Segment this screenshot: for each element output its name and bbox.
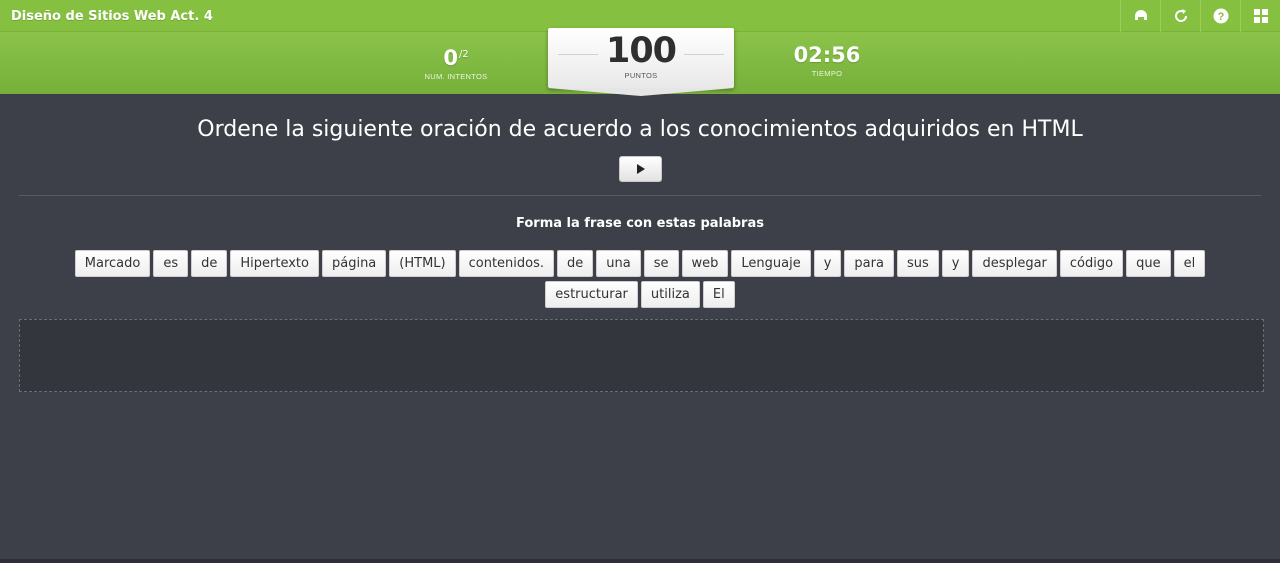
bottom-edge <box>0 559 1280 563</box>
attempts-total: /2 <box>458 49 469 60</box>
word-chip[interactable]: utiliza <box>640 281 700 308</box>
word-chip[interactable]: estructurar <box>545 281 638 308</box>
word-chip[interactable]: desplegar <box>972 250 1057 277</box>
points-divider-left <box>558 54 598 55</box>
word-chip[interactable]: y <box>941 250 970 277</box>
attempts-label: NUM. INTENTOS <box>424 72 488 81</box>
word-chip[interactable]: el <box>1173 250 1206 277</box>
word-chip[interactable]: código <box>1059 250 1124 277</box>
attempts-value: 0 <box>443 46 458 70</box>
play-button[interactable] <box>619 156 662 182</box>
word-chip[interactable]: para <box>844 250 894 277</box>
word-chip[interactable]: Lenguaje <box>731 250 811 277</box>
word-chip[interactable]: Hipertexto <box>230 250 319 277</box>
divider <box>19 195 1261 196</box>
word-chip[interactable]: una <box>596 250 641 277</box>
points-divider-right <box>684 54 724 55</box>
svg-text:?: ? <box>1217 11 1224 23</box>
time-stat: 02:56 TIEMPO <box>787 42 867 78</box>
word-chip[interactable]: se <box>643 250 679 277</box>
word-chip[interactable]: contenidos. <box>458 250 555 277</box>
toolbar: ? <box>1120 0 1280 32</box>
word-chip[interactable]: de <box>557 250 594 277</box>
time-label: TIEMPO <box>811 69 843 78</box>
points-card: 100 PUNTOS <box>548 28 734 96</box>
instruction-text: Ordene la siguiente oración de acuerdo a… <box>197 117 1083 142</box>
grid-icon <box>1253 9 1268 23</box>
help-icon: ? <box>1213 8 1228 24</box>
time-value: 02:56 <box>793 43 861 67</box>
word-chip[interactable]: Marcado <box>74 250 151 277</box>
word-chip[interactable]: web <box>681 250 729 277</box>
word-bank: Marcado es de Hipertexto página (HTML) conteni… <box>40 250 1240 308</box>
word-chip[interactable]: de <box>191 250 228 277</box>
word-chip[interactable]: página <box>321 250 387 277</box>
word-chip[interactable]: es <box>153 250 189 277</box>
word-chip[interactable]: que <box>1126 250 1171 277</box>
word-chip[interactable]: y <box>813 250 842 277</box>
sentence-drop-zone[interactable] <box>19 319 1264 392</box>
word-bank-title: Forma la frase con estas palabras <box>516 216 764 231</box>
attempts-stat: 0/2 NUM. INTENTOS <box>416 42 496 81</box>
word-chip[interactable]: (HTML) <box>389 250 456 277</box>
home-button[interactable] <box>1120 0 1160 32</box>
help-button[interactable]: ? <box>1200 0 1240 32</box>
menu-grid-button[interactable] <box>1240 0 1280 32</box>
restart-button[interactable] <box>1160 0 1200 32</box>
app-title: Diseño de Sitios Web Act. 4 <box>11 9 213 24</box>
home-icon <box>1134 10 1147 20</box>
restart-icon <box>1174 9 1187 22</box>
points-label: PUNTOS <box>624 71 658 80</box>
word-chip[interactable]: El <box>702 281 735 308</box>
play-icon <box>636 164 645 174</box>
points-value: 100 <box>605 31 677 71</box>
word-chip[interactable]: sus <box>896 250 939 277</box>
